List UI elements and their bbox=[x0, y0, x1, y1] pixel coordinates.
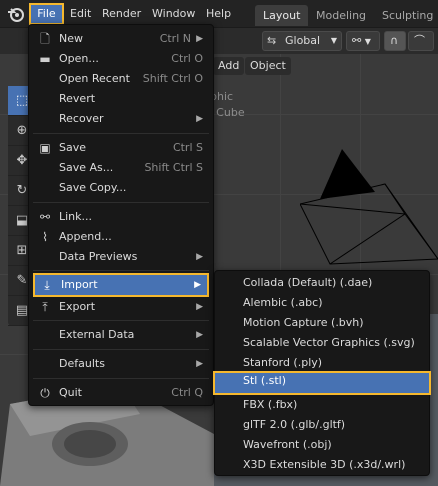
submenu-arrow-icon: ▶ bbox=[196, 330, 203, 340]
menu-separator bbox=[33, 378, 209, 379]
orientation-label: Global bbox=[285, 34, 321, 47]
chevron-down-icon: ▼ bbox=[364, 37, 371, 46]
menu-separator bbox=[33, 320, 209, 321]
menu-help[interactable]: Help bbox=[200, 3, 237, 25]
chevron-down-icon: ▼ bbox=[330, 36, 337, 45]
save-icon: ▣ bbox=[39, 141, 51, 155]
import-gltf[interactable]: glTF 2.0 (.glb/.gltf) bbox=[215, 415, 429, 435]
menu-separator bbox=[33, 270, 209, 271]
transform-orientation-icon: ⇆ bbox=[267, 34, 277, 47]
import-collada[interactable]: Collada (Default) (.dae) bbox=[215, 273, 429, 293]
submenu-arrow-icon: ▶ bbox=[196, 114, 203, 124]
import-fbx[interactable]: FBX (.fbx) bbox=[215, 395, 429, 415]
menu-item-new[interactable]: 🗋 New Ctrl N ▶ bbox=[33, 29, 209, 49]
menu-edit[interactable]: Edit bbox=[64, 3, 97, 25]
camera-object[interactable] bbox=[300, 144, 438, 274]
menu-item-open[interactable]: ▬ Open... Ctrl O bbox=[33, 49, 209, 69]
tab-layout[interactable]: Layout bbox=[255, 5, 309, 26]
import-alembic[interactable]: Alembic (.abc) bbox=[215, 293, 429, 313]
menu-item-save-as[interactable]: Save As... Shift Ctrl S bbox=[33, 158, 209, 178]
orientation-dropdown[interactable]: ⇆ Global ▼ bbox=[262, 31, 342, 51]
submenu-arrow-icon: ▶ bbox=[196, 252, 203, 262]
menu-file[interactable]: File bbox=[29, 3, 64, 25]
menu-item-recover[interactable]: Recover ▶ bbox=[33, 109, 209, 129]
import-stl[interactable]: Stl (.stl) bbox=[213, 371, 431, 395]
menu-item-open-recent[interactable]: Open Recent Shift Ctrl O bbox=[33, 69, 209, 89]
import-x3d[interactable]: X3D Extensible 3D (.x3d/.wrl) bbox=[215, 455, 429, 475]
link-icon: ⚯ bbox=[352, 34, 362, 47]
menu-render[interactable]: Render bbox=[96, 3, 147, 25]
file-menu: 🗋 New Ctrl N ▶ ▬ Open... Ctrl O Open Rec… bbox=[28, 24, 214, 406]
import-stanford-ply[interactable]: Stanford (.ply) bbox=[215, 353, 429, 373]
menu-window[interactable]: Window bbox=[146, 3, 201, 25]
menu-item-save-copy[interactable]: Save Copy... bbox=[33, 178, 209, 198]
export-icon: ⤒ bbox=[42, 300, 48, 314]
menu-item-link[interactable]: ⚯ Link... bbox=[33, 207, 209, 227]
submenu-arrow-icon: ▶ bbox=[196, 302, 203, 312]
snap-dropdown[interactable]: ⚯ ▼ bbox=[346, 31, 380, 51]
import-wavefront-obj[interactable]: Wavefront (.obj) bbox=[215, 435, 429, 455]
paperclip-icon: ⌇ bbox=[42, 230, 48, 244]
falloff-icon: ⌒ bbox=[414, 34, 425, 47]
menu-item-external-data[interactable]: External Data ▶ bbox=[33, 325, 209, 345]
import-motion-capture[interactable]: Motion Capture (.bvh) bbox=[215, 313, 429, 333]
menu-item-revert[interactable]: Revert bbox=[33, 89, 209, 109]
object-menu[interactable]: Object bbox=[245, 57, 291, 75]
tab-sculpting[interactable]: Sculpting bbox=[374, 5, 438, 26]
blender-logo-icon[interactable] bbox=[6, 4, 26, 24]
menu-item-append[interactable]: ⌇ Append... bbox=[33, 227, 209, 247]
menu-item-data-previews[interactable]: Data Previews ▶ bbox=[33, 247, 209, 267]
menu-separator bbox=[33, 349, 209, 350]
proportional-edit-toggle[interactable]: ∩ bbox=[384, 31, 406, 51]
menu-item-defaults[interactable]: Defaults ▶ bbox=[33, 354, 209, 374]
magnet-icon: ∩ bbox=[390, 34, 399, 47]
menu-item-import[interactable]: ⤓ Import ▶ bbox=[33, 273, 209, 297]
menu-item-quit[interactable]: ⏻ Quit Ctrl Q bbox=[33, 383, 209, 403]
menu-separator bbox=[33, 202, 209, 203]
add-menu[interactable]: Add bbox=[213, 57, 245, 75]
import-icon: ⤓ bbox=[44, 278, 50, 292]
submenu-arrow-icon: ▶ bbox=[194, 280, 201, 290]
menu-item-export[interactable]: ⤒ Export ▶ bbox=[33, 297, 209, 317]
power-icon: ⏻ bbox=[40, 386, 50, 400]
new-file-icon: 🗋 bbox=[40, 32, 50, 46]
menu-item-save[interactable]: ▣ Save Ctrl S bbox=[33, 138, 209, 158]
import-submenu: Collada (Default) (.dae) Alembic (.abc) … bbox=[213, 270, 431, 476]
menu-separator bbox=[33, 133, 209, 134]
link-icon: ⚯ bbox=[39, 210, 51, 224]
tab-modeling[interactable]: Modeling bbox=[308, 5, 374, 26]
submenu-arrow-icon: ▶ bbox=[196, 34, 203, 44]
falloff-dropdown[interactable]: ⌒ bbox=[408, 31, 434, 51]
folder-icon: ▬ bbox=[39, 52, 51, 66]
submenu-arrow-icon: ▶ bbox=[196, 359, 203, 369]
import-svg[interactable]: Scalable Vector Graphics (.svg) bbox=[215, 333, 429, 353]
